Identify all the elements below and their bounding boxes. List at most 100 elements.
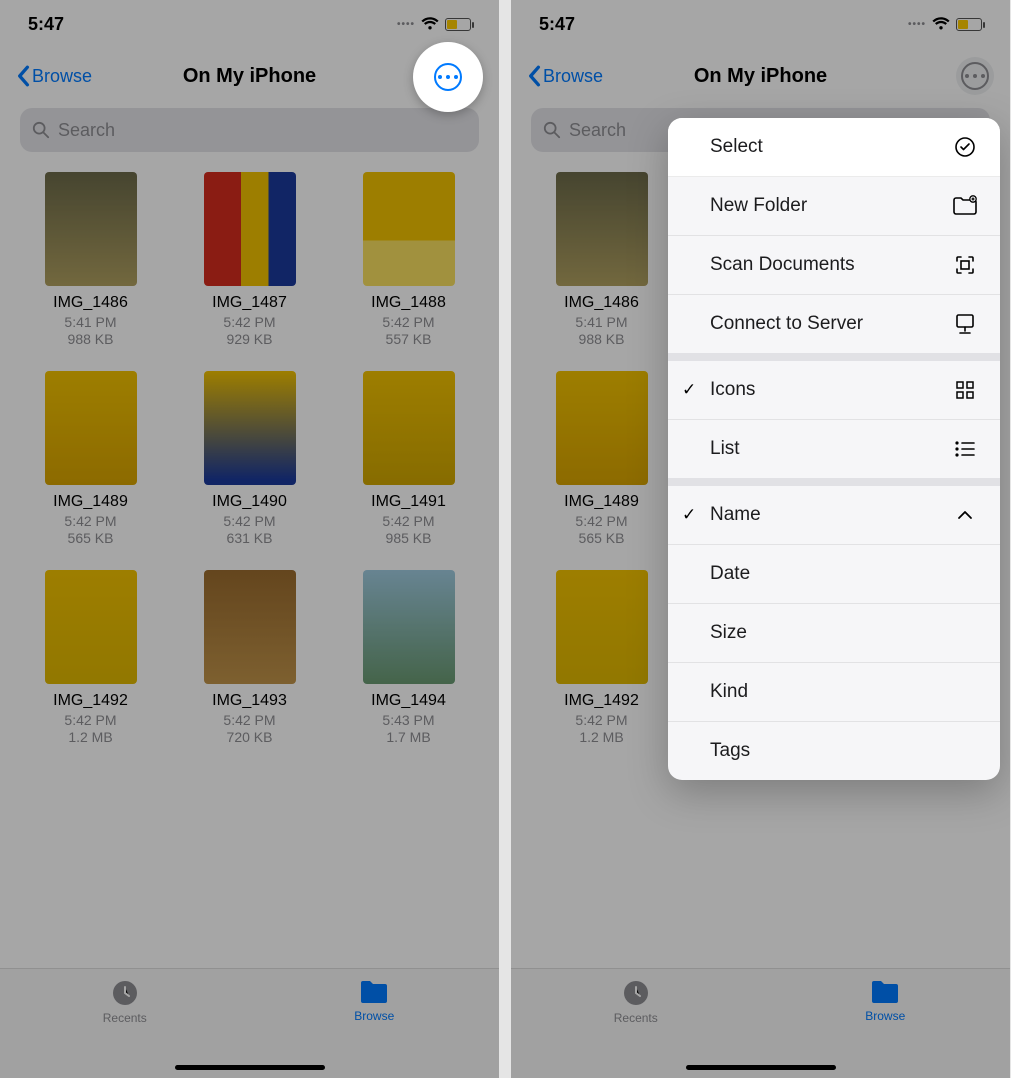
menu-item-tags[interactable]: Tags <box>668 722 1000 780</box>
new-folder-icon <box>952 193 978 219</box>
clock-icon <box>622 979 650 1007</box>
file-thumbnail <box>363 371 455 485</box>
file-name: IMG_1493 <box>212 692 287 710</box>
file-thumbnail <box>45 371 137 485</box>
file-item[interactable]: IMG_1488 5:42 PM557 KB <box>338 172 479 347</box>
menu-item-scan-documents[interactable]: Scan Documents <box>668 236 1000 295</box>
file-item[interactable]: IMG_14925:42 PM1.2 MB <box>531 570 672 745</box>
back-button[interactable]: Browse <box>527 65 603 87</box>
home-indicator[interactable] <box>175 1065 325 1070</box>
file-size: 557 KB <box>386 331 432 347</box>
file-time: 5:42 PM <box>64 712 116 728</box>
scan-icon <box>952 252 978 278</box>
file-thumbnail <box>363 570 455 684</box>
file-time: 5:42 PM <box>223 314 275 330</box>
file-name: IMG_1489 <box>564 493 639 511</box>
chevron-up-icon <box>952 502 978 528</box>
wifi-icon <box>932 17 950 31</box>
grid-view-icon <box>952 377 978 403</box>
search-icon <box>543 121 561 139</box>
search-input[interactable]: Search <box>20 108 479 152</box>
menu-item-new-folder[interactable]: New Folder <box>668 177 1000 236</box>
tab-recents[interactable]: Recents <box>0 979 250 1078</box>
file-time: 5:42 PM <box>382 314 434 330</box>
search-placeholder: Search <box>569 120 626 141</box>
file-item[interactable]: IMG_14935:42 PM720 KB <box>179 570 320 745</box>
file-size: 1.2 MB <box>68 729 112 745</box>
menu-item-list[interactable]: List <box>668 420 1000 478</box>
menu-item-date[interactable]: Date <box>668 545 1000 604</box>
file-time: 5:42 PM <box>64 513 116 529</box>
menu-item-icons[interactable]: ✓ Icons <box>668 361 1000 420</box>
file-item[interactable]: IMG_14915:42 PM985 KB <box>338 371 479 546</box>
file-name: IMG_1494 <box>371 692 446 710</box>
server-icon <box>952 311 978 337</box>
folder-icon <box>870 979 900 1005</box>
clock-icon <box>111 979 139 1007</box>
list-view-icon <box>952 436 978 462</box>
file-item[interactable]: IMG_14865:41 PM988 KB <box>531 172 672 347</box>
file-thumbnail <box>556 371 648 485</box>
file-thumbnail <box>556 570 648 684</box>
file-time: 5:41 PM <box>64 314 116 330</box>
file-size: 1.7 MB <box>386 729 430 745</box>
wifi-icon <box>421 17 439 31</box>
file-item[interactable]: IMG_1489 5:42 PM565 KB <box>20 371 161 546</box>
file-thumbnail <box>363 172 455 286</box>
page-title: On My iPhone <box>183 65 316 88</box>
battery-icon <box>956 18 982 31</box>
home-indicator[interactable] <box>686 1065 836 1070</box>
file-name: IMG_1487 <box>212 294 287 312</box>
page-title: On My iPhone <box>694 65 827 88</box>
file-size: 1.2 MB <box>579 729 623 745</box>
file-size: 565 KB <box>579 530 625 546</box>
folder-icon <box>359 979 389 1005</box>
file-item[interactable]: IMG_1489 5:42 PM565 KB <box>531 371 672 546</box>
file-item[interactable]: IMG_1490 5:42 PM631 KB <box>179 371 320 546</box>
back-button[interactable]: Browse <box>16 65 92 87</box>
file-time: 5:42 PM <box>382 513 434 529</box>
menu-item-select[interactable]: Select <box>668 118 1000 177</box>
file-name: IMG_1491 <box>371 493 446 511</box>
tab-browse[interactable]: Browse <box>250 979 500 1078</box>
file-time: 5:42 PM <box>223 513 275 529</box>
check-circle-icon <box>952 134 978 160</box>
menu-item-name[interactable]: ✓ Name <box>668 486 1000 545</box>
file-thumbnail <box>204 172 296 286</box>
file-time: 5:42 PM <box>575 513 627 529</box>
menu-item-connect-to-server[interactable]: Connect to Server <box>668 295 1000 353</box>
file-thumbnail <box>45 570 137 684</box>
more-button[interactable] <box>956 57 994 95</box>
more-button[interactable] <box>413 42 483 112</box>
menu-item-kind[interactable]: Kind <box>668 663 1000 722</box>
file-name: IMG_1486 <box>564 294 639 312</box>
file-name: IMG_1492 <box>53 692 128 710</box>
file-thumbnail <box>45 172 137 286</box>
file-size: 565 KB <box>68 530 114 546</box>
file-grid: IMG_14865:41 PM988 KBIMG_14875:42 PM929 … <box>0 162 499 745</box>
file-item[interactable]: IMG_1492 5:42 PM1.2 MB <box>20 570 161 745</box>
chevron-left-icon <box>527 65 541 87</box>
ellipsis-circle-icon <box>961 62 989 90</box>
status-bar: 5:47 •••• <box>0 0 499 48</box>
file-size: 631 KB <box>227 530 273 546</box>
menu-item-size[interactable]: Size <box>668 604 1000 663</box>
status-bar: 5:47 •••• <box>511 0 1010 48</box>
screen-right: 5:47 •••• Browse On My iPhone Search IMG… <box>511 0 1010 1078</box>
file-time: 5:42 PM <box>223 712 275 728</box>
chevron-left-icon <box>16 65 30 87</box>
search-icon <box>32 121 50 139</box>
file-item[interactable]: IMG_14945:43 PM1.7 MB <box>338 570 479 745</box>
file-name: IMG_1490 <box>212 493 287 511</box>
context-menu: Select New Folder Scan Documents Connect… <box>668 118 1000 780</box>
file-item[interactable]: IMG_14875:42 PM929 KB <box>179 172 320 347</box>
status-time: 5:47 <box>539 14 575 35</box>
tab-recents[interactable]: Recents <box>511 979 761 1078</box>
file-item[interactable]: IMG_14865:41 PM988 KB <box>20 172 161 347</box>
back-label: Browse <box>32 66 92 87</box>
nav-header: Browse On My iPhone <box>511 48 1010 104</box>
file-name: IMG_1489 <box>53 493 128 511</box>
tab-bar: Recents Browse <box>0 968 499 1078</box>
tab-browse[interactable]: Browse <box>761 979 1011 1078</box>
file-name: IMG_1488 <box>371 294 446 312</box>
